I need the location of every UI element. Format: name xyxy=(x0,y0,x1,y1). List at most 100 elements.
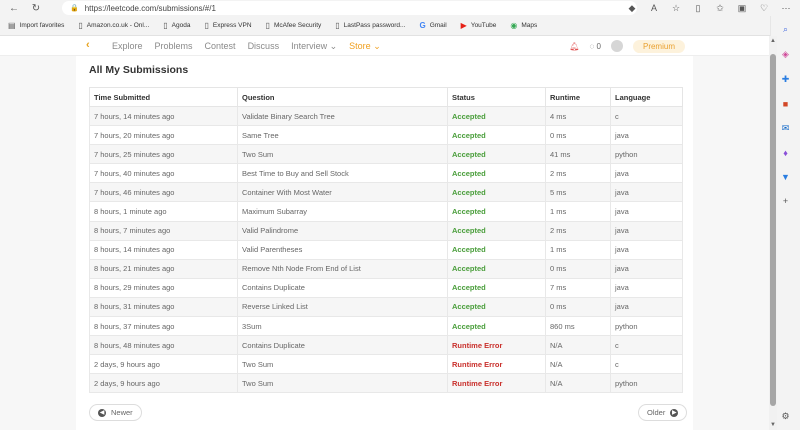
column-header-language: Language xyxy=(610,87,683,107)
favorite-star-icon[interactable]: ☆ xyxy=(670,3,682,14)
cell-question-link[interactable]: Two Sum xyxy=(237,373,448,394)
main-nav: Explore Problems Contest Discuss Intervi… xyxy=(112,36,381,56)
scroll-up-icon[interactable]: ▲ xyxy=(769,38,777,44)
cell-question-link[interactable]: Reverse Linked List xyxy=(237,296,448,318)
cell-question-link[interactable]: Valid Parentheses xyxy=(237,239,448,260)
cell-question-link[interactable]: Two Sum xyxy=(237,144,448,165)
coins[interactable]: ◌ 0 xyxy=(590,42,601,51)
bookmark-maps[interactable]: ◉ Maps xyxy=(510,21,537,30)
cell-runtime: 860 ms xyxy=(545,316,611,337)
arrow-right-icon: ▶ xyxy=(670,408,679,417)
cell-status-link[interactable]: Accepted xyxy=(447,182,546,203)
read-aloud-icon[interactable]: A xyxy=(648,3,660,13)
cell-question-link[interactable]: Contains Duplicate xyxy=(237,277,448,298)
cell-runtime: 0 ms xyxy=(545,258,611,279)
shopping-icon[interactable]: ◈ xyxy=(782,49,789,60)
bookmark-gmail[interactable]: G Gmail xyxy=(419,21,446,30)
tools-icon[interactable]: ✚ xyxy=(782,74,790,85)
column-header-question: Question xyxy=(237,87,448,107)
premium-button[interactable]: Premium xyxy=(632,39,685,53)
back-icon[interactable]: ← xyxy=(6,3,22,14)
cell-status-link[interactable]: Accepted xyxy=(447,296,546,318)
gear-icon[interactable]: ⚙ xyxy=(781,411,789,422)
cell-status-link[interactable]: Accepted xyxy=(447,163,546,184)
page-scrollbar[interactable]: ▲ ▼ xyxy=(769,36,777,430)
cell-runtime: 4 ms xyxy=(545,105,611,127)
nav-problems[interactable]: Problems xyxy=(155,41,193,51)
cell-question-link[interactable]: 3Sum xyxy=(237,316,448,337)
notification-bell-icon[interactable]: 🔔︎ xyxy=(569,42,579,51)
nav-interview[interactable]: Interview ⌄ xyxy=(291,41,337,52)
table-row: 7 hours, 25 minutes ago Two Sum Accepted 41… xyxy=(89,144,683,165)
cell-status-link[interactable]: Accepted xyxy=(447,277,546,298)
cell-question-link[interactable]: Valid Palindrome xyxy=(237,220,448,241)
avatar[interactable] xyxy=(610,40,623,52)
bookmark-express-vpn[interactable]: ▯ Express VPN xyxy=(204,21,251,30)
cell-status-link[interactable]: Accepted xyxy=(447,258,546,279)
youtube-icon: ▶ xyxy=(460,21,467,30)
office-icon[interactable]: ■ xyxy=(783,99,788,109)
browser-actions: ◆ A ☆ ▯ ✩ ▣ ♡ ⋯ xyxy=(626,1,792,15)
cell-language: java xyxy=(610,201,683,222)
cell-question-link[interactable]: Container With Most Water xyxy=(237,182,448,203)
nav-discuss[interactable]: Discuss xyxy=(248,41,280,51)
refresh-icon[interactable]: ↻ xyxy=(28,3,44,14)
cell-status-link[interactable]: Runtime Error xyxy=(447,373,546,394)
cell-time-submitted: 7 hours, 46 minutes ago xyxy=(89,182,238,203)
leetcode-logo-icon[interactable]: ‹ xyxy=(86,39,98,51)
cell-runtime: 41 ms xyxy=(545,144,611,165)
chevron-down-icon: ⌄ xyxy=(373,40,381,51)
cell-question-link[interactable]: Validate Binary Search Tree xyxy=(237,105,448,127)
scroll-down-icon[interactable]: ▼ xyxy=(769,422,777,428)
column-header-time: Time Submitted xyxy=(89,87,238,107)
search-icon[interactable]: ⌕ xyxy=(783,24,788,35)
older-button[interactable]: Older ▶ xyxy=(638,404,688,421)
newer-button[interactable]: ◀ Newer xyxy=(89,404,142,421)
cell-status-link[interactable]: Accepted xyxy=(447,316,546,337)
nav-explore[interactable]: Explore xyxy=(112,41,143,51)
collections-icon[interactable]: ▣ xyxy=(736,3,748,14)
bookmark-youtube[interactable]: ▶ YouTube xyxy=(461,21,497,30)
cell-question-link[interactable]: Best Time to Buy and Sell Stock xyxy=(237,163,448,184)
nav-store[interactable]: Store ⌄ xyxy=(349,41,381,52)
bookmark-import-favorites[interactable]: ▤ Import favorites xyxy=(8,21,64,30)
column-header-runtime: Runtime xyxy=(545,87,611,107)
cell-runtime: N/A xyxy=(545,354,611,375)
cell-question-link[interactable]: Maximum Subarray xyxy=(237,201,448,222)
outlook-icon[interactable]: ✉ xyxy=(782,123,790,134)
bookmark-mcafee[interactable]: ▯ McAfee Security xyxy=(266,21,322,30)
cell-question-link[interactable]: Remove Nth Node From End of List xyxy=(237,258,448,279)
split-screen-icon[interactable]: ▯ xyxy=(692,3,704,14)
cell-status-link[interactable]: Accepted xyxy=(447,239,546,260)
address-bar[interactable]: 🔒 https://leetcode.com/submissions/#/1 xyxy=(62,1,637,15)
cell-status-link[interactable]: Accepted xyxy=(447,201,546,222)
bookmark-lastpass[interactable]: ▯ LastPass password... xyxy=(335,21,405,30)
cell-time-submitted: 7 hours, 20 minutes ago xyxy=(89,125,238,146)
cell-status-link[interactable]: Runtime Error xyxy=(447,335,546,356)
cell-question-link[interactable]: Contains Duplicate xyxy=(237,335,448,356)
more-icon[interactable]: ⋯ xyxy=(780,3,792,14)
cell-question-link[interactable]: Two Sum xyxy=(237,354,448,375)
favorites-icon[interactable]: ✩ xyxy=(714,3,726,14)
cell-status-link[interactable]: Accepted xyxy=(447,105,546,127)
drop-icon[interactable]: ▼ xyxy=(781,172,790,182)
cell-status-link[interactable]: Accepted xyxy=(447,220,546,241)
scrollbar-thumb[interactable] xyxy=(770,54,776,406)
bookmark-agoda[interactable]: ▯ Agoda xyxy=(163,21,190,30)
cell-runtime: 7 ms xyxy=(545,277,611,298)
extension-icon[interactable]: ◆ xyxy=(626,3,638,14)
add-icon[interactable]: + xyxy=(783,196,788,206)
cell-question-link[interactable]: Same Tree xyxy=(237,125,448,146)
cell-language: python xyxy=(610,373,683,394)
table-row: 8 hours, 7 minutes ago Valid Palindrome Ac… xyxy=(89,220,683,241)
cell-status-link[interactable]: Accepted xyxy=(447,125,546,146)
header-actions: 🔔︎ ◌ 0 Premium xyxy=(569,36,685,56)
cell-status-link[interactable]: Accepted xyxy=(447,144,546,165)
browser-essentials-icon[interactable]: ♡ xyxy=(758,3,770,14)
cell-runtime: 1 ms xyxy=(545,239,611,260)
google-icon: G xyxy=(419,21,426,30)
cell-status-link[interactable]: Runtime Error xyxy=(447,354,546,375)
nav-contest[interactable]: Contest xyxy=(205,41,236,51)
bookmark-amazon[interactable]: ▯ Amazon.co.uk - Onl... xyxy=(78,21,149,30)
games-icon[interactable]: ♦ xyxy=(783,148,788,158)
